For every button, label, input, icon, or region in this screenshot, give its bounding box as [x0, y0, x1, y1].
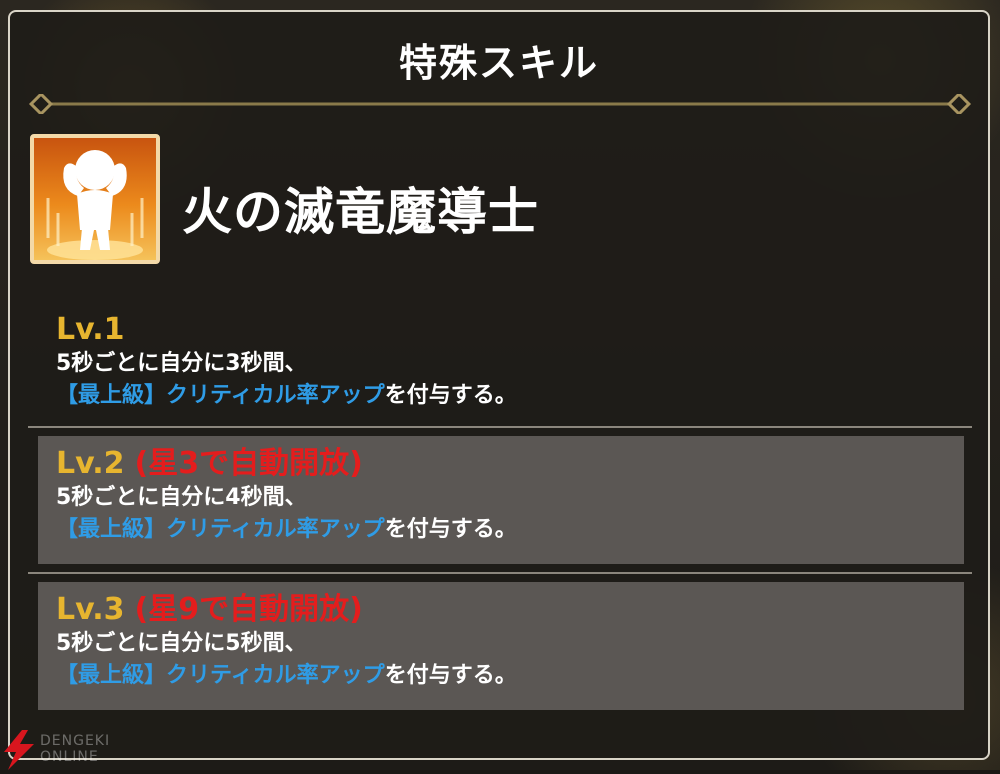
special-skill-dialog: 特殊スキル 火の滅竜魔導士 Lv.1 5秒ごとに自分に3秒間、 【最上級】クリテ…	[8, 10, 990, 760]
level-description-rest: を付与する。	[384, 383, 517, 408]
lightning-bolt-icon	[4, 730, 34, 770]
unlock-condition: (星3で自動開放)	[134, 446, 363, 481]
title-divider	[28, 94, 972, 114]
buff-name-highlight: 【最上級】クリティカル率アップ	[56, 663, 385, 688]
watermark-logo: DENGEKI ONLINE	[0, 730, 140, 770]
skill-name: 火の滅竜魔導士	[182, 183, 539, 241]
buff-name-highlight: 【最上級】クリティカル率アップ	[56, 517, 385, 542]
level-description-line2: 【最上級】クリティカル率アップを付与する。	[56, 514, 946, 546]
row-separator	[28, 426, 972, 428]
level-row-1: Lv.1 5秒ごとに自分に3秒間、 【最上級】クリティカル率アップを付与する。	[38, 302, 964, 422]
level-description-line2: 【最上級】クリティカル率アップを付与する。	[56, 380, 946, 412]
level-description-line1: 5秒ごとに自分に5秒間、	[56, 631, 307, 656]
watermark-line1: DENGEKI	[40, 733, 111, 749]
level-description-line2: 【最上級】クリティカル率アップを付与する。	[56, 660, 946, 692]
row-separator	[28, 572, 972, 574]
level-row-3: Lv.3 (星9で自動開放) 5秒ごとに自分に5秒間、 【最上級】クリティカル率ア…	[38, 582, 964, 710]
level-description-rest: を付与する。	[384, 517, 517, 542]
level-description-line1: 5秒ごとに自分に4秒間、	[56, 485, 307, 510]
watermark-line2: ONLINE	[40, 749, 99, 765]
buff-name-highlight: 【最上級】クリティカル率アップ	[56, 383, 385, 408]
level-label: Lv.3	[56, 592, 125, 627]
flexing-character-icon	[30, 134, 160, 264]
level-label: Lv.1	[56, 312, 125, 347]
level-description-line1: 5秒ごとに自分に3秒間、	[56, 351, 307, 376]
level-description-rest: を付与する。	[384, 663, 517, 688]
unlock-condition: (星9で自動開放)	[134, 592, 363, 627]
level-row-2: Lv.2 (星3で自動開放) 5秒ごとに自分に4秒間、 【最上級】クリティカル率ア…	[38, 436, 964, 564]
dialog-title: 特殊スキル	[398, 41, 599, 85]
level-label: Lv.2	[56, 446, 125, 481]
